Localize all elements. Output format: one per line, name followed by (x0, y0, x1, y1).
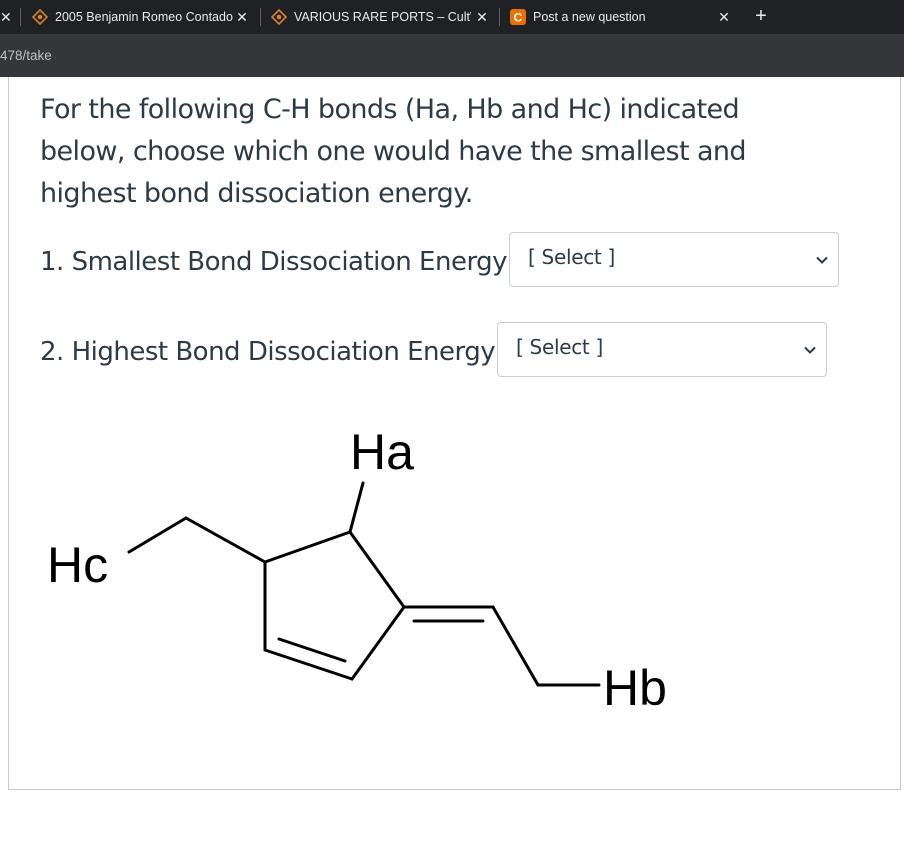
close-icon[interactable]: ✕ (0, 9, 12, 25)
close-tab-icon[interactable]: ✕ (716, 9, 732, 25)
molecule-bonds (127, 481, 601, 687)
cultwine-icon (271, 9, 287, 25)
hb-label: Hb (603, 660, 667, 716)
close-tab-icon[interactable]: ✕ (234, 9, 250, 25)
chain-bond (491, 605, 540, 687)
tab-post-question[interactable]: C Post a new question ✕ (510, 0, 738, 34)
tab-bar: ✕ 2005 Benjamin Romeo Contador ✕ VARIOUS… (0, 0, 904, 34)
url-text: 478/take (0, 48, 52, 63)
chegg-icon: C (510, 9, 526, 25)
tab-separator (20, 8, 21, 26)
close-tab-icon[interactable]: ✕ (474, 9, 490, 25)
quiz-question-panel: For the following C-H bonds (Ha, Hb and … (8, 77, 901, 790)
tab-benjamin-romeo[interactable]: 2005 Benjamin Romeo Contador ✕ (32, 0, 256, 34)
molecule-structure-diagram: Ha Hc Hb (47, 424, 667, 716)
cultwine-icon (32, 9, 48, 25)
ring-bond (263, 530, 352, 564)
ethyl-bond (184, 516, 267, 564)
ring-bond (350, 605, 406, 681)
tab-title: 2005 Benjamin Romeo Contador (55, 10, 233, 24)
svg-text:C: C (514, 11, 523, 25)
ring-bond (348, 530, 406, 609)
address-bar[interactable]: 478/take (0, 34, 904, 77)
tab-separator (499, 8, 500, 26)
hc-label: Hc (47, 537, 108, 593)
ha-bond (348, 481, 365, 534)
ring-double-bond (263, 648, 354, 681)
new-tab-icon[interactable]: + (749, 5, 773, 29)
ha-label: Ha (350, 424, 414, 480)
tab-title: VARIOUS RARE PORTS – CultWin (294, 10, 471, 24)
tab-separator (260, 8, 261, 26)
tab-title: Post a new question (533, 10, 646, 24)
hc-bond (127, 516, 188, 554)
tab-various-rare-ports[interactable]: VARIOUS RARE PORTS – CultWin ✕ (271, 0, 496, 34)
